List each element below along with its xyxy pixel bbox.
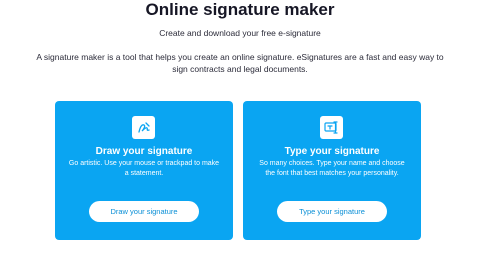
card-text: So many choices. Type your name and choo…	[259, 160, 405, 177]
page-title: Online signature maker	[145, 0, 335, 19]
draw-signature-button[interactable]: Draw your signature	[89, 201, 199, 222]
card-title: Draw your signature	[95, 146, 193, 157]
text-cursor-icon	[320, 116, 343, 139]
card-title: Type your signature	[284, 146, 380, 157]
page-subtitle: Create and download your free e-signatur…	[159, 28, 321, 38]
draw-signature-card: Draw your signature Go artistic. Use you…	[55, 101, 233, 240]
type-signature-button[interactable]: Type your signature	[277, 201, 387, 222]
pen-signature-icon	[132, 116, 155, 139]
page-description: A signature maker is a tool that helps y…	[36, 52, 444, 74]
type-signature-card: Type your signature So many choices. Typ…	[243, 101, 421, 240]
card-text: Go artistic. Use your mouse or trackpad …	[68, 160, 220, 177]
